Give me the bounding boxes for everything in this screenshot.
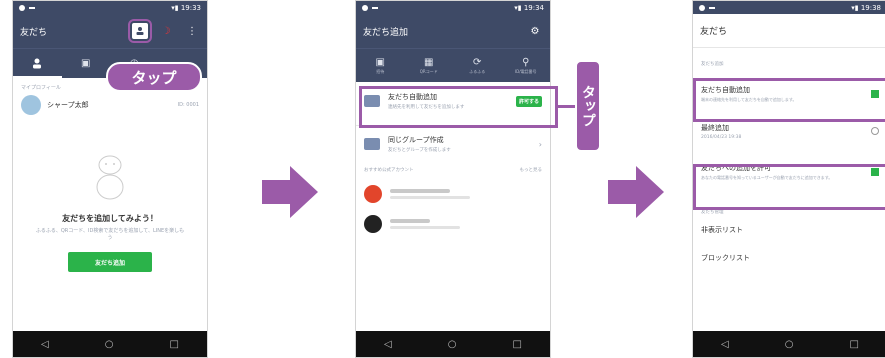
avatar <box>364 215 382 233</box>
highlight-box <box>693 164 885 210</box>
recommend-header: おすすめ公式アカウント もっと見る <box>364 167 542 173</box>
invite-icon: ▣ <box>375 56 385 68</box>
android-navbar: ◁ ○ □ <box>693 331 885 357</box>
search-icon: ⚲ <box>522 56 530 68</box>
section-label: 友だち追加 <box>701 62 724 67</box>
group-title: 同じグループ作成 <box>388 136 444 144</box>
tab-label: ふるふる <box>469 68 486 74</box>
tab-friends[interactable] <box>13 49 62 78</box>
home-icon[interactable]: ○ <box>448 339 457 350</box>
tap-callout: タップ <box>575 60 601 152</box>
app-header: 友だち <box>693 14 885 48</box>
clock-text: ▾▮ 19:33 <box>171 3 201 12</box>
empty-state: 友だちを追加してみよう！ ふるふる、QRコード、ID検索で友だちを追加して、LI… <box>13 151 207 272</box>
notification-icon <box>19 4 25 11</box>
avatar <box>364 185 382 203</box>
clock-text: ▾▮ 19:34 <box>514 3 544 12</box>
clock-text: ▾▮ 19:38 <box>851 3 881 12</box>
empty-description: ふるふる、QRコード、ID検索で友だちを追加して、LINEを楽しもう <box>35 228 185 241</box>
status-bar: ▾▮ 19:33 <box>13 1 207 14</box>
refresh-desc: 2016/04/23 19:38 <box>701 134 742 140</box>
status-bar: ▾▮ 19:38 <box>693 1 885 14</box>
tab-chats[interactable]: ▣ <box>62 49 111 78</box>
minus-icon <box>372 6 378 9</box>
recents-icon[interactable]: □ <box>513 339 522 350</box>
add-friend-icon[interactable] <box>128 19 152 43</box>
tab-label: ID/電話番号 <box>514 68 537 74</box>
page-title: 友だち <box>700 27 728 37</box>
mascot-icon <box>96 155 124 200</box>
empty-title: 友だちを追加してみよう！ <box>62 214 158 223</box>
settings-icon[interactable]: ⚙ <box>527 23 543 39</box>
back-icon[interactable]: ◁ <box>41 339 49 350</box>
back-icon[interactable]: ◁ <box>384 339 392 350</box>
tab-label: 招待 <box>376 68 385 74</box>
refresh-icon[interactable] <box>871 127 879 135</box>
refresh-title: 最終追加 <box>701 123 729 132</box>
group-icon <box>364 138 380 150</box>
profile-name: シャープ太郎 <box>47 101 89 109</box>
add-method-bar: ▣ 招待 ▦ QRコード ⟳ ふるふる ⚲ ID/電話番号 <box>356 48 550 82</box>
recents-icon[interactable]: □ <box>850 339 859 350</box>
android-navbar: ◁ ○ □ <box>356 331 550 357</box>
refresh-setting[interactable]: 最終追加 2016/04/23 19:38 <box>701 119 879 143</box>
status-bar: ▾▮ 19:34 <box>356 1 550 14</box>
group-desc: 友だちとグループを作成します <box>388 148 451 153</box>
arrow-right-icon <box>262 166 318 218</box>
notification-icon <box>362 4 368 11</box>
recommend-label: おすすめ公式アカウント <box>364 168 414 173</box>
arrow-right-icon <box>608 166 664 218</box>
highlight-box <box>693 78 885 122</box>
recommend-more-link[interactable]: もっと見る <box>520 167 543 173</box>
block-list-link[interactable]: ブロックリスト <box>701 253 879 263</box>
qr-icon: ▦ <box>424 56 434 68</box>
more-menu-icon[interactable]: ⋮ <box>184 23 200 39</box>
shake-icon: ⟳ <box>473 56 482 68</box>
minus-icon <box>29 6 35 9</box>
recents-icon[interactable]: □ <box>170 339 179 350</box>
profile-meta: ID: 0001 <box>177 102 199 108</box>
connector-line <box>558 105 576 108</box>
app-header: 友だち ☽ ⋮ <box>13 14 207 48</box>
tab-invite[interactable]: ▣ 招待 <box>356 49 405 82</box>
tap-callout: タップ <box>106 62 202 92</box>
android-navbar: ◁ ○ □ <box>13 331 207 357</box>
notification-icon <box>699 4 705 11</box>
page-title: 友だち <box>20 27 48 38</box>
page-title: 友だち追加 <box>363 27 409 38</box>
add-group-icon[interactable]: ☽ <box>158 23 174 39</box>
list-item[interactable] <box>364 209 542 239</box>
home-icon[interactable]: ○ <box>105 339 114 350</box>
add-friend-button[interactable]: 友だち追加 <box>68 252 152 272</box>
tab-qr[interactable]: ▦ QRコード <box>405 49 454 82</box>
minus-icon <box>709 6 715 9</box>
phone-screen-friends: ▾▮ 19:33 友だち ☽ ⋮ ▣ ◷ ⋯ マイプロフィール シャープ太郎 I… <box>12 0 208 358</box>
hidden-list-link[interactable]: 非表示リスト <box>701 225 879 235</box>
list-item[interactable] <box>364 179 542 209</box>
recommend-list <box>364 179 542 239</box>
tab-search[interactable]: ⚲ ID/電話番号 <box>502 49 551 82</box>
tab-shake[interactable]: ⟳ ふるふる <box>453 49 502 82</box>
app-header: 友だち追加 ⚙ <box>356 14 550 48</box>
chevron-right-icon: › <box>538 139 542 149</box>
highlight-box <box>359 86 558 128</box>
create-group-row[interactable]: 同じグループ作成 友だちとグループを作成します › <box>356 129 550 159</box>
person-icon <box>33 58 42 68</box>
chat-icon: ▣ <box>81 58 91 69</box>
avatar <box>21 95 41 115</box>
home-icon[interactable]: ○ <box>785 339 794 350</box>
phone-screen-add-friend: ▾▮ 19:34 友だち追加 ⚙ ▣ 招待 ▦ QRコード ⟳ ふるふる ⚲ ID/電話… <box>355 0 551 358</box>
back-icon[interactable]: ◁ <box>721 339 729 350</box>
profile-row[interactable]: シャープ太郎 ID: 0001 <box>21 95 199 115</box>
tab-label: QRコード <box>419 68 438 74</box>
